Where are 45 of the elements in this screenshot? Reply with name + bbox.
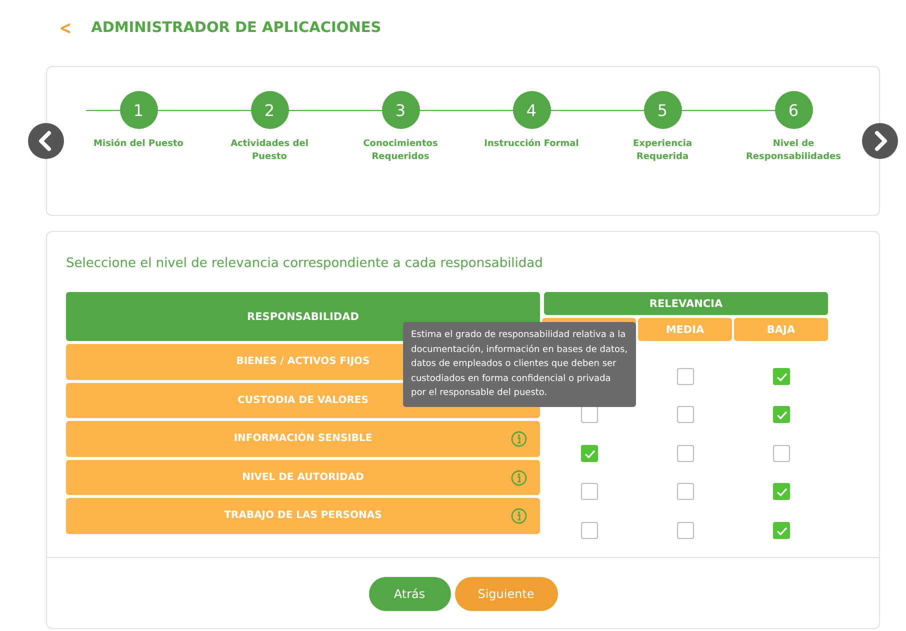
- step-label: Nivel de Responsabilidades: [746, 138, 842, 164]
- next-button[interactable]: [862, 123, 898, 159]
- checkbox[interactable]: [676, 522, 694, 538]
- step-number[interactable]: 5: [644, 91, 682, 129]
- back-button[interactable]: Atrás: [368, 577, 450, 611]
- step-label: Conocimientos Requeridos: [362, 138, 439, 164]
- step-number[interactable]: 6: [774, 91, 812, 129]
- step-number[interactable]: 3: [382, 91, 420, 129]
- step-label: Misión del Puesto: [92, 138, 184, 151]
- checkbox[interactable]: [676, 406, 694, 423]
- row-label: TRABAJO DE LAS PERSONAS: [224, 510, 382, 522]
- row-label: NIVEL DE AUTORIDAD: [242, 472, 364, 483]
- info-icon[interactable]: [511, 431, 527, 447]
- row-label: INFORMACIÓN SENSIBLE: [234, 433, 372, 444]
- column-header: MEDIA: [638, 318, 732, 341]
- checkbox[interactable]: [772, 483, 790, 500]
- step-number[interactable]: 1: [120, 91, 158, 129]
- checkbox[interactable]: [676, 368, 694, 384]
- back-button[interactable]: <: [56, 18, 75, 38]
- checkbox[interactable]: [676, 444, 694, 462]
- row-label: BIENES / ACTIVOS FIJOS: [236, 356, 370, 368]
- checkbox[interactable]: [580, 522, 598, 538]
- checkbox[interactable]: [772, 444, 790, 462]
- instruction-text: Seleccione el nivel de relevancia correspondiente a cada responsabilidad: [66, 256, 544, 271]
- next-button[interactable]: Siguiente: [454, 577, 558, 611]
- tooltip: Estima el grado de responsabilidad relativa a la documentación, información en bases de datos, datos de empleados o clientes que deben ser custodiados en forma confidencial o privada por el responsable del puesto.: [403, 322, 636, 406]
- checkbox[interactable]: [772, 522, 790, 538]
- checkbox[interactable]: [676, 483, 694, 500]
- column-header: RELEVANCIA: [544, 292, 828, 315]
- checkbox[interactable]: [772, 406, 790, 423]
- previous-button[interactable]: [28, 123, 64, 159]
- step-label: Actividades del Puesto: [230, 138, 310, 164]
- step-label: Instrucción Formal: [484, 138, 580, 151]
- checkbox[interactable]: [580, 406, 598, 423]
- step-label: Experiencia Requerida: [632, 138, 694, 164]
- column-header: BAJA: [734, 318, 828, 341]
- info-icon[interactable]: [511, 508, 527, 524]
- info-icon[interactable]: [511, 470, 527, 486]
- step-number[interactable]: 2: [250, 91, 288, 129]
- checkbox[interactable]: [580, 483, 598, 500]
- row-label: CUSTODIA DE VALORES: [238, 394, 368, 406]
- checkbox[interactable]: [580, 444, 598, 462]
- checkbox[interactable]: [772, 368, 790, 384]
- page-title: ADMINISTRADOR DE APLICACIONES: [91, 20, 382, 36]
- step-number[interactable]: 4: [512, 91, 550, 129]
